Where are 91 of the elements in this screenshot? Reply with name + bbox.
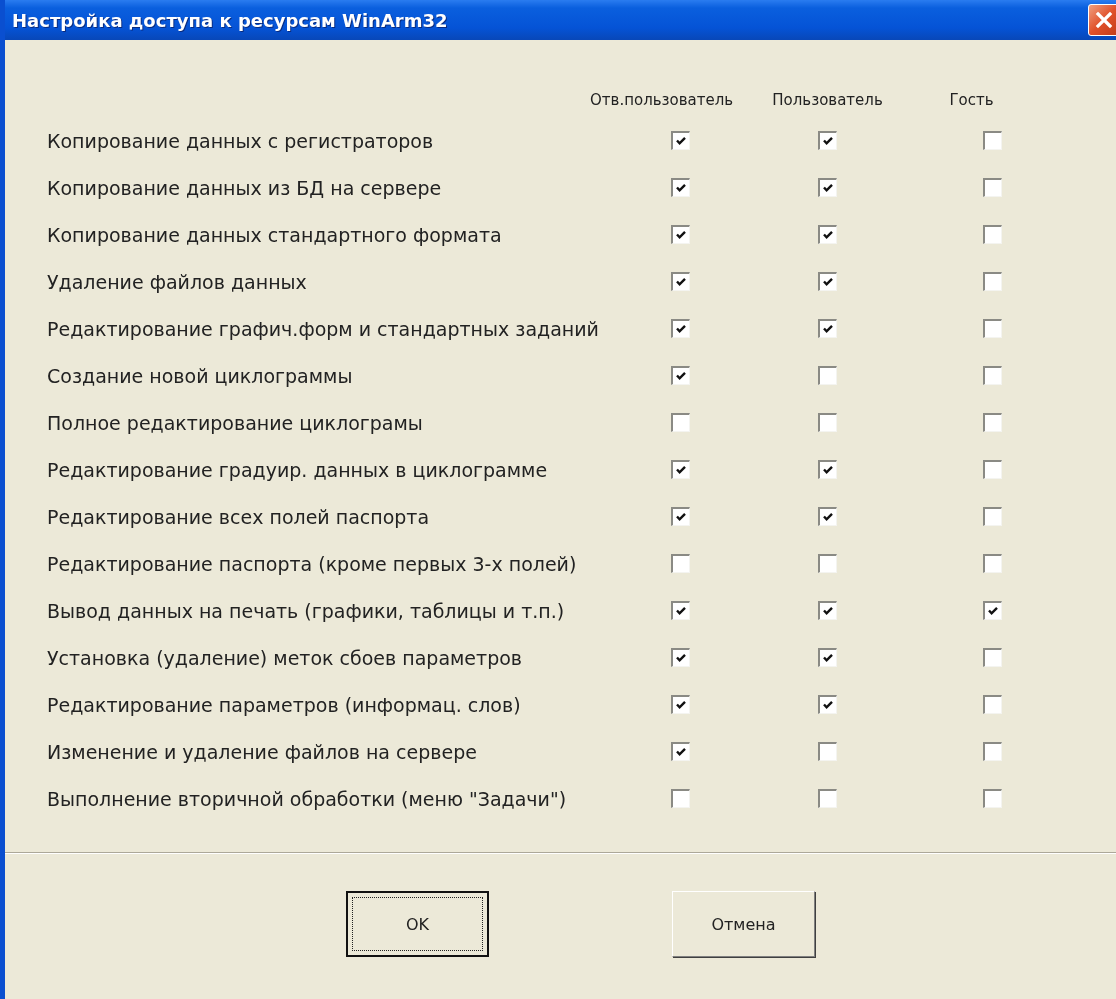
check-icon: [674, 652, 687, 664]
check-icon: [822, 605, 834, 617]
checkbox[interactable]: [670, 272, 690, 291]
checkbox[interactable]: [983, 789, 1002, 808]
check-icon: [674, 135, 687, 147]
checkbox[interactable]: [670, 554, 690, 573]
checkbox[interactable]: [818, 695, 837, 714]
close-icon: [1095, 11, 1113, 29]
checkbox[interactable]: [818, 366, 837, 385]
permission-label: Редактирование всех полей паспорта: [47, 504, 431, 530]
permission-label: Редактирование паспорта (кроме первых 3-х полей): [47, 551, 578, 577]
column-header: Отв.пользователь: [590, 90, 734, 110]
checkbox[interactable]: [983, 366, 1002, 385]
check-icon: [822, 135, 834, 147]
checkbox[interactable]: [818, 460, 837, 479]
permission-label: Удаление файлов данных: [47, 269, 308, 295]
column-header: Пользователь: [772, 90, 883, 110]
check-icon: [822, 699, 834, 711]
checkbox[interactable]: [670, 225, 690, 244]
checkbox[interactable]: [983, 601, 1002, 620]
permission-label: Копирование данных из БД на сервере: [47, 175, 443, 201]
checkbox[interactable]: [818, 178, 837, 197]
check-icon: [674, 229, 687, 241]
checkbox[interactable]: [670, 460, 690, 479]
checkbox[interactable]: [670, 789, 690, 808]
checkbox[interactable]: [670, 319, 690, 338]
checkbox[interactable]: [670, 178, 690, 197]
permission-label: Изменение и удаление файлов на сервере: [47, 739, 478, 765]
check-icon: [987, 605, 999, 617]
check-icon: [674, 182, 687, 194]
checkbox[interactable]: [983, 554, 1002, 573]
checkbox[interactable]: [818, 413, 837, 432]
checkbox[interactable]: [818, 272, 837, 291]
checkbox[interactable]: [983, 413, 1002, 432]
check-icon: [822, 182, 834, 194]
checkbox[interactable]: [983, 131, 1002, 150]
checkbox[interactable]: [670, 742, 690, 761]
dialog-button[interactable]: OK: [346, 891, 489, 957]
check-icon: [822, 464, 834, 476]
checkbox[interactable]: [818, 225, 837, 244]
checkbox[interactable]: [670, 648, 690, 667]
close-button[interactable]: [1088, 4, 1116, 36]
checkbox[interactable]: [670, 507, 690, 526]
permission-label: Выполнение вторичной обработки (меню "Задачи"): [47, 786, 568, 812]
check-icon: [822, 323, 834, 335]
checkbox[interactable]: [670, 601, 690, 620]
checkbox[interactable]: [983, 507, 1002, 526]
permission-label: Копирование данных с регистраторов: [47, 128, 435, 154]
dialog-button[interactable]: Отмена: [672, 891, 815, 957]
check-icon: [674, 323, 687, 335]
checkbox[interactable]: [983, 742, 1002, 761]
checkbox[interactable]: [670, 366, 690, 385]
window-title: Настройка доступа к ресурсам WinArm32: [12, 9, 448, 31]
permission-label: Редактирование графич.форм и стандартных заданий: [47, 316, 600, 342]
checkbox[interactable]: [983, 695, 1002, 714]
check-icon: [674, 605, 687, 617]
check-icon: [822, 229, 834, 241]
checkbox[interactable]: [818, 131, 837, 150]
permission-label: Установка (удаление) меток сбоев параметров: [47, 645, 523, 671]
checkbox[interactable]: [818, 319, 837, 338]
check-icon: [674, 276, 687, 288]
column-header: Гость: [949, 90, 994, 110]
checkbox[interactable]: [983, 272, 1002, 291]
permission-label: Полное редактирование циклограмы: [47, 410, 424, 436]
permission-label: Копирование данных стандартного формата: [47, 222, 503, 248]
check-icon: [674, 370, 687, 382]
check-icon: [674, 746, 687, 758]
permission-label: Редактирование параметров (информац. слов): [47, 692, 522, 718]
checkbox[interactable]: [670, 131, 690, 150]
checkbox[interactable]: [983, 460, 1002, 479]
checkbox[interactable]: [818, 789, 837, 808]
check-icon: [822, 276, 834, 288]
permission-label: Редактирование градуир. данных в циклограмме: [47, 457, 549, 483]
checkbox[interactable]: [818, 601, 837, 620]
check-icon: [674, 464, 687, 476]
check-icon: [822, 511, 834, 523]
checkbox[interactable]: [670, 413, 690, 432]
checkbox[interactable]: [983, 178, 1002, 197]
checkbox[interactable]: [983, 319, 1002, 338]
check-icon: [822, 652, 834, 664]
checkbox[interactable]: [983, 648, 1002, 667]
permission-label: Вывод данных на печать (графики, таблицы и т.п.): [47, 598, 566, 624]
checkbox[interactable]: [818, 742, 837, 761]
permission-label: Создание новой циклограммы: [47, 363, 354, 389]
check-icon: [674, 511, 687, 523]
checkbox[interactable]: [818, 554, 837, 573]
check-icon: [674, 699, 687, 711]
checkbox[interactable]: [670, 695, 690, 714]
checkbox[interactable]: [983, 225, 1002, 244]
checkbox[interactable]: [818, 507, 837, 526]
checkbox[interactable]: [818, 648, 837, 667]
